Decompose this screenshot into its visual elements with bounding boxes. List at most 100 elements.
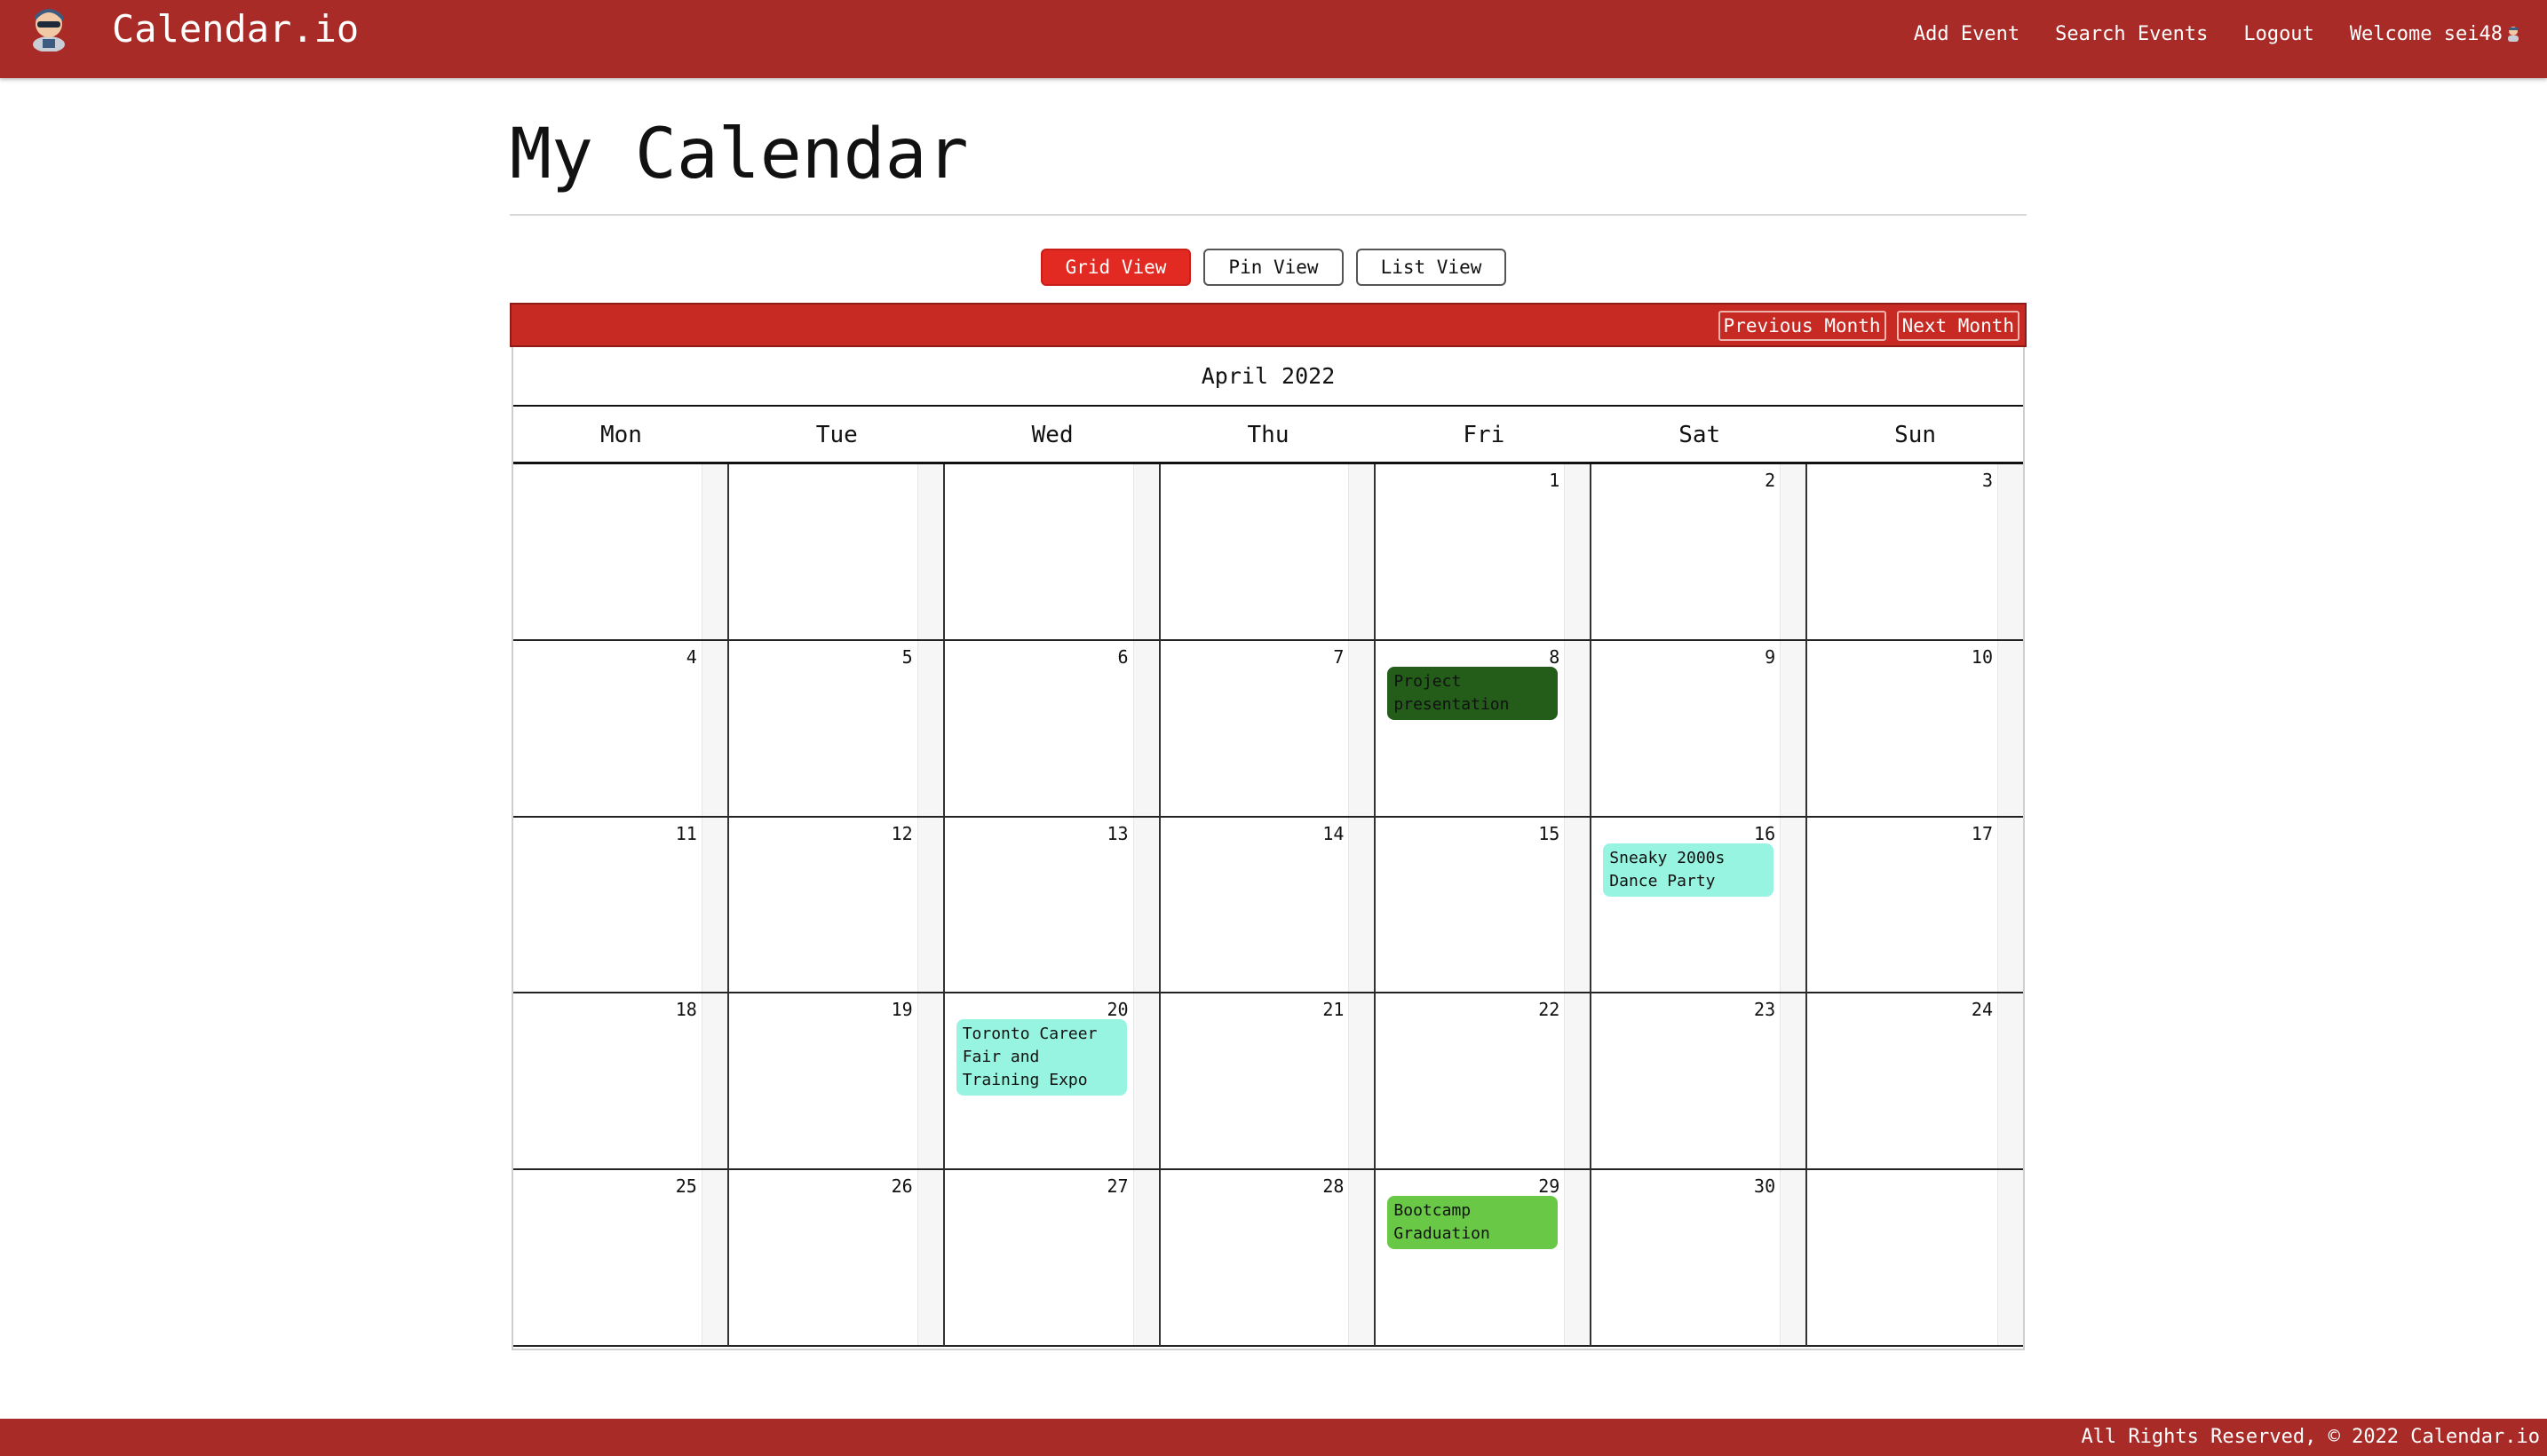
day-number: 8 (1549, 645, 1560, 668)
list-view-button[interactable]: List View (1355, 249, 1507, 286)
day-number: 4 (686, 645, 697, 668)
search-events-link[interactable]: Search Events (2055, 20, 2208, 50)
empty-day-cell (1807, 1170, 2023, 1347)
day-cell-30[interactable]: 30 (1591, 1170, 1808, 1347)
footer: All Rights Reserved, © 2022 Calendar.io (0, 1419, 2547, 1456)
event-chip[interactable]: Project presentation (1387, 666, 1559, 720)
day-number: 16 (1754, 822, 1776, 844)
day-cell-12[interactable]: 12 (728, 817, 945, 994)
day-number: 18 (675, 999, 697, 1021)
day-cell-16[interactable]: 16 Sneaky 2000s Dance Party (1591, 817, 1808, 994)
day-number: 24 (1971, 999, 1993, 1021)
day-number: 29 (1538, 1175, 1560, 1198)
day-number: 14 (1322, 822, 1345, 844)
day-number: 12 (891, 822, 913, 844)
calendar-grid: April 2022 Mon Tue Wed Thu Fri Sat Sun 1234567… (512, 347, 2025, 1350)
day-number: 28 (1322, 1175, 1345, 1198)
add-event-link[interactable]: Add Event (1914, 20, 2019, 50)
day-cell-20[interactable]: 20 Toronto Career Fair and Training Expo (944, 993, 1161, 1171)
day-number: 7 (1333, 645, 1345, 668)
footer-copyright: All Rights Reserved, © 2022 Calendar.io (2081, 1426, 2540, 1448)
grid-view-button[interactable]: Grid View (1040, 249, 1192, 286)
day-cell-28[interactable]: 28 (1160, 1170, 1377, 1347)
calendar-toolbar: Previous Month Next Month (510, 303, 2027, 347)
weekday-header-tue: Tue (815, 422, 858, 448)
day-number: 13 (1107, 822, 1129, 844)
day-cell-3[interactable]: 3 (1807, 464, 2023, 641)
day-number: 10 (1971, 645, 1993, 668)
day-cell-15[interactable]: 15 (1376, 817, 1592, 994)
day-cell-17[interactable]: 17 (1807, 817, 2023, 994)
next-month-button[interactable]: Next Month (1896, 311, 2019, 341)
day-number: 6 (1117, 645, 1129, 668)
day-number: 25 (675, 1175, 697, 1198)
logout-link[interactable]: Logout (2243, 20, 2313, 50)
day-number: 2 (1765, 470, 1776, 491)
weekday-header-wed: Wed (1031, 422, 1074, 448)
day-number: 26 (891, 1175, 913, 1198)
pin-view-button[interactable]: Pin View (1203, 249, 1344, 286)
weekday-header-mon: Mon (599, 422, 642, 448)
empty-day-cell (1160, 464, 1377, 641)
day-cell-1[interactable]: 1 (1376, 464, 1592, 641)
hacker-avatar-icon[interactable] (27, 2, 71, 51)
day-number: 3 (1981, 470, 1993, 491)
day-cell-22[interactable]: 22 (1376, 993, 1592, 1171)
day-cell-18[interactable]: 18 (513, 993, 729, 1171)
day-number: 17 (1971, 822, 1993, 844)
day-cell-13[interactable]: 13 (944, 817, 1161, 994)
day-cell-21[interactable]: 21 (1160, 993, 1377, 1171)
previous-month-button[interactable]: Previous Month (1718, 311, 1886, 341)
day-cell-29[interactable]: 29 Bootcamp Graduation (1376, 1170, 1592, 1347)
navbar: Calendar.io Add Event Search Events Logo… (0, 0, 2547, 78)
day-number: 15 (1538, 822, 1560, 844)
event-chip[interactable]: Bootcamp Graduation (1387, 1196, 1559, 1250)
weekday-header-row: Mon Tue Wed Thu Fri Sat Sun (513, 407, 2023, 464)
day-cell-10[interactable]: 10 (1807, 640, 2023, 818)
day-number: 21 (1322, 999, 1345, 1021)
brand-logo-text[interactable]: Calendar.io (112, 5, 359, 53)
event-chip[interactable]: Toronto Career Fair and Training Expo (956, 1019, 1127, 1096)
weekday-header-sun: Sun (1894, 422, 1937, 448)
weekday-header-fri: Fri (1463, 422, 1505, 448)
empty-day-cell (513, 464, 729, 641)
title-divider (510, 214, 2027, 216)
day-number: 5 (901, 645, 913, 668)
day-cell-2[interactable]: 2 (1591, 464, 1808, 641)
weekday-header-sat: Sat (1678, 422, 1721, 448)
day-cell-5[interactable]: 5 (728, 640, 945, 818)
page-title: My Calendar (510, 115, 969, 194)
day-cell-14[interactable]: 14 (1160, 817, 1377, 994)
user-avatar-icon (2508, 27, 2519, 42)
days-grid: 1 2 3 4 5 6 7 8 Project presentation 9 10 11 12 13 14 1… (513, 464, 2023, 1347)
welcome-text: Welcome sei48 (2349, 23, 2503, 45)
day-cell-27[interactable]: 27 (944, 1170, 1161, 1347)
weekday-header-thu: Thu (1247, 422, 1289, 448)
month-navigation: Previous Month Next Month (1718, 311, 2019, 341)
day-number: 30 (1754, 1175, 1776, 1198)
day-cell-25[interactable]: 25 (513, 1170, 729, 1347)
day-cell-7[interactable]: 7 (1160, 640, 1377, 818)
day-number: 20 (1107, 999, 1129, 1021)
day-number: 27 (1107, 1175, 1129, 1198)
welcome-user[interactable]: Welcome sei48 (2350, 20, 2520, 50)
empty-day-cell (944, 464, 1161, 641)
day-number: 23 (1754, 999, 1776, 1021)
event-chip[interactable]: Sneaky 2000s Dance Party (1603, 843, 1774, 897)
day-cell-24[interactable]: 24 (1807, 993, 2023, 1171)
day-cell-19[interactable]: 19 (728, 993, 945, 1171)
nav-links: Add Event Search Events Logout Welcome s… (1914, 20, 2520, 50)
day-cell-6[interactable]: 6 (944, 640, 1161, 818)
day-cell-4[interactable]: 4 (513, 640, 729, 818)
day-number: 11 (675, 822, 697, 844)
day-cell-9[interactable]: 9 (1591, 640, 1808, 818)
day-number: 19 (891, 999, 913, 1021)
day-cell-8[interactable]: 8 Project presentation (1376, 640, 1592, 818)
day-cell-23[interactable]: 23 (1591, 993, 1808, 1171)
day-cell-11[interactable]: 11 (513, 817, 729, 994)
day-number: 9 (1765, 645, 1776, 668)
month-title: April 2022 (513, 347, 2023, 407)
view-switcher: Grid View Pin View List View (0, 249, 2547, 286)
day-number: 22 (1538, 999, 1560, 1021)
day-cell-26[interactable]: 26 (728, 1170, 945, 1347)
